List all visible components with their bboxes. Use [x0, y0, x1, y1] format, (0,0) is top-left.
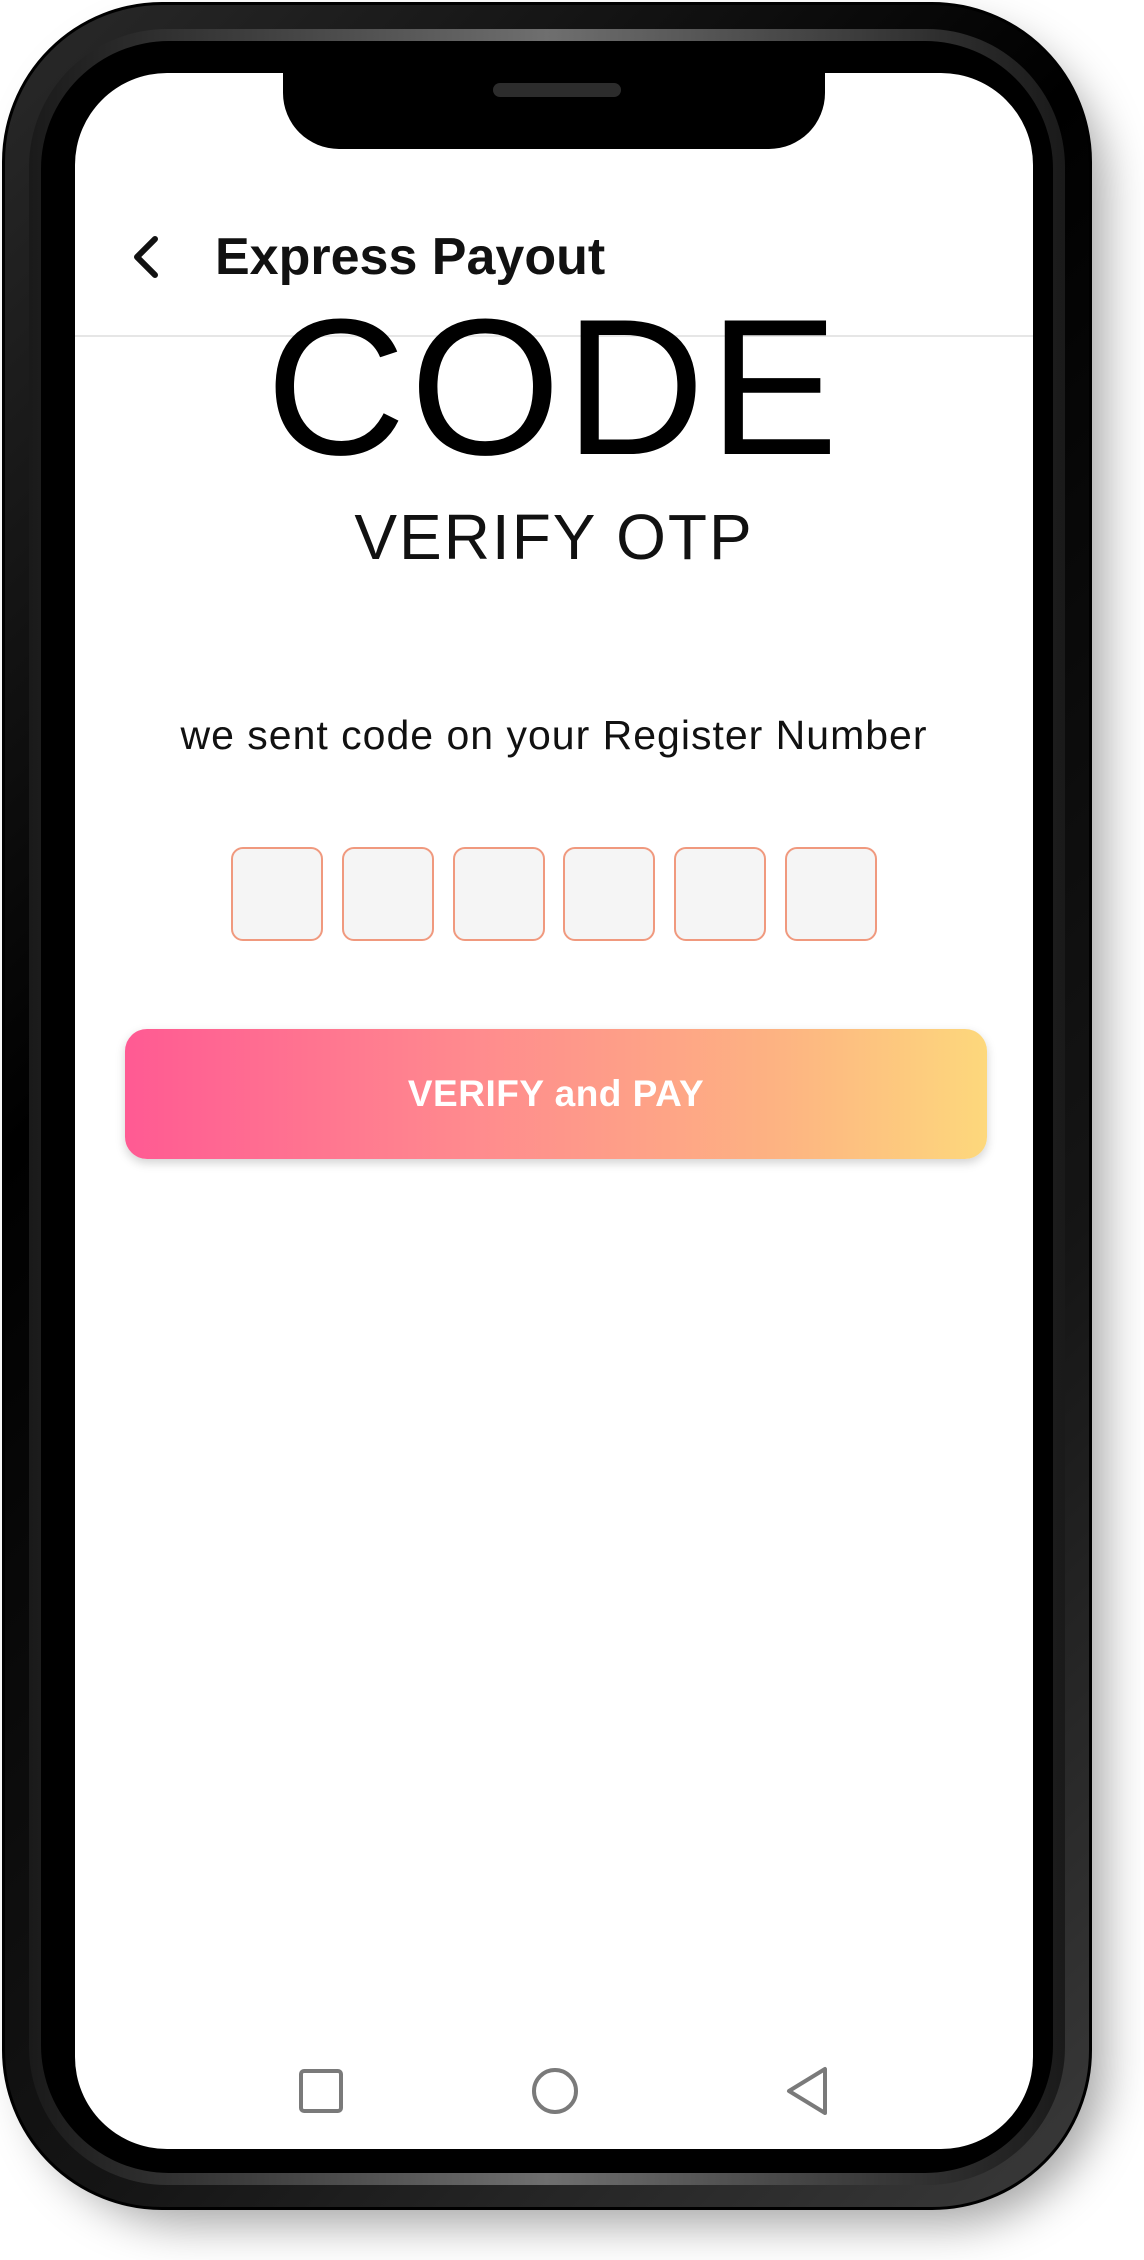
triangle-back-icon[interactable]: [781, 2063, 837, 2119]
otp-digit-2[interactable]: [341, 847, 434, 941]
otp-digit-6[interactable]: [784, 847, 877, 941]
notch: [283, 73, 825, 149]
verify-otp-subtitle: VERIFY OTP: [354, 501, 754, 573]
otp-instruction: we sent code on your Register Number: [180, 712, 928, 758]
otp-digit-4[interactable]: [563, 847, 656, 941]
otp-digit-5[interactable]: [674, 847, 767, 941]
code-heading: CODE: [265, 279, 843, 496]
phone-screen: Express Payout CODE VERIFY OTP we sent c…: [75, 73, 1033, 2149]
otp-input-group: [231, 847, 877, 947]
speaker-grille: [493, 83, 621, 97]
chevron-left-icon[interactable]: [123, 233, 171, 281]
phone-frame: Express Payout CODE VERIFY OTP we sent c…: [2, 2, 1092, 2210]
page-title: Express Payout: [215, 228, 606, 286]
system-nav-bar: [75, 2063, 1033, 2123]
circle-icon[interactable]: [527, 2063, 583, 2119]
verify-and-pay-button[interactable]: VERIFY and PAY: [125, 1029, 987, 1159]
otp-digit-1[interactable]: [231, 847, 323, 941]
square-icon[interactable]: [293, 2063, 349, 2119]
otp-digit-3[interactable]: [452, 847, 545, 941]
